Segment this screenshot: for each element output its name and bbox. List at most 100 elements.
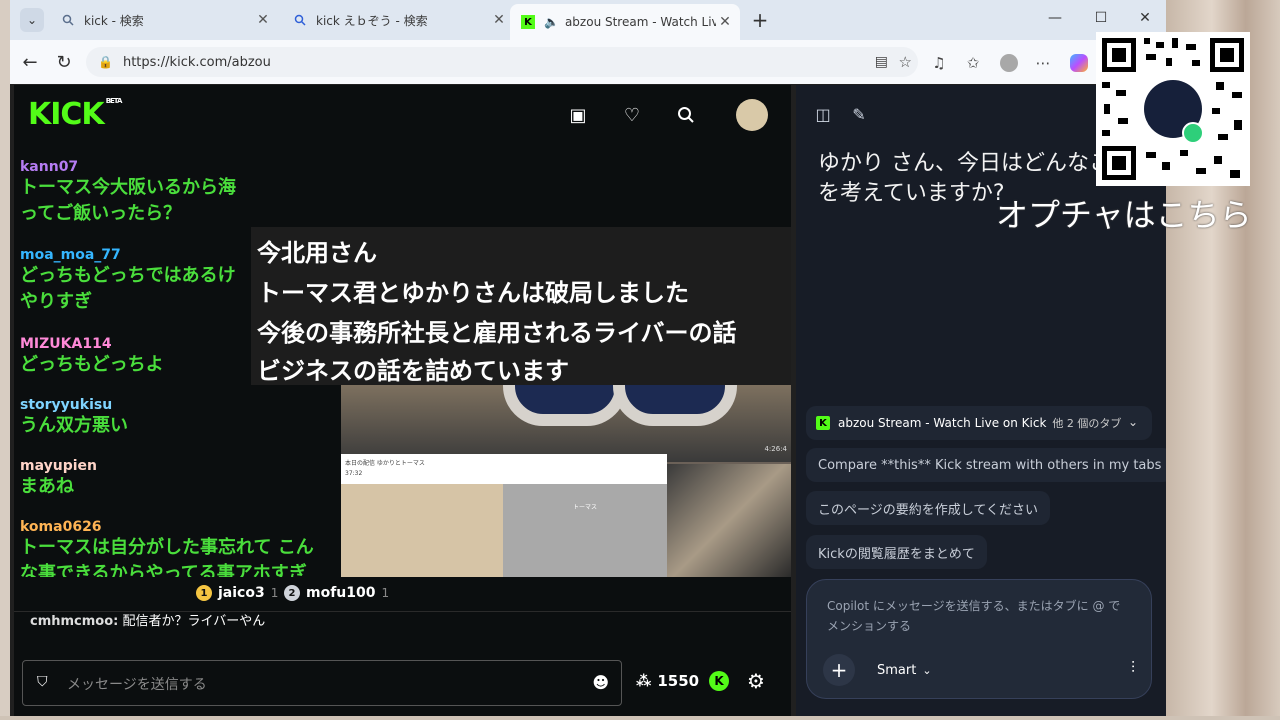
context-tab-title: abzou Stream - Watch Live on Kick	[838, 416, 1047, 430]
chat-text: どっちもどっちよ	[20, 354, 164, 375]
tab-kick-ebzou-search[interactable]: kick えｂぞう - 検索 ✕	[282, 6, 514, 34]
chat-input[interactable]: ⛉ メッセージを送信する ☻	[22, 660, 622, 706]
kick-badge-icon[interactable]: K	[709, 671, 729, 691]
context-more: 他 2 個のタブ	[1052, 417, 1122, 430]
chat-text: まあね	[20, 476, 74, 497]
beta-badge: BETA	[105, 97, 123, 105]
stream-overlay-text: 今北用さん トーマス君とゆかりさんは破局しました 今後の事務所社長と雇用されるラ…	[251, 227, 791, 385]
tab-kick-search[interactable]: kick - 検索 ✕	[50, 6, 278, 34]
composer-placeholder: Copilot にメッセージを送信する、またはタブに @ でメンションする	[827, 599, 1121, 633]
media-icon[interactable]: ♫	[928, 52, 950, 74]
chat-message: mayupien まあね	[20, 458, 97, 500]
url-field[interactable]: 🔒 https://kick.com/abzou ▤ ☆	[86, 47, 918, 77]
supporter-count: 1	[270, 586, 279, 600]
logo-text: KICK	[28, 97, 105, 132]
pip-time: 37:32	[345, 470, 363, 477]
close-icon[interactable]: ✕	[490, 12, 508, 28]
chevron-down-icon: ⌄	[922, 663, 932, 677]
search-icon[interactable]	[674, 103, 698, 127]
kick-favicon-icon: K	[520, 14, 536, 30]
supporter-item[interactable]: 2 mofu100 1	[284, 585, 389, 601]
chat-username[interactable]: kann07	[20, 159, 236, 175]
voice-icon[interactable]: ⫶	[1131, 658, 1135, 678]
picture-in-picture: 本日の配信 ゆかりとトーマス 37:32 トーマス	[341, 454, 667, 577]
tab-abzou-stream[interactable]: K 🔈 abzou Stream - Watch Live on ✕	[510, 4, 740, 40]
pip-header: 本日の配信 ゆかりとトーマス 37:32	[341, 454, 667, 484]
add-button[interactable]: +	[823, 654, 855, 686]
close-icon[interactable]: ✕	[716, 14, 734, 30]
user-avatar[interactable]	[736, 99, 768, 131]
suggestion-chip[interactable]: Compare **this** Kick stream with others…	[806, 448, 1166, 482]
chat-text: な事できるからやってる事アホすぎ	[20, 563, 307, 577]
overlay-line: トーマス君とゆかりさんは破局しました	[257, 279, 689, 307]
heart-icon[interactable]: ♡	[620, 103, 644, 127]
overlay-line: 今後の事務所社長と雇用されるライバーの話	[257, 319, 737, 347]
search-icon	[292, 12, 308, 28]
points-value: 1550	[657, 672, 700, 690]
minimize-button[interactable]: —	[1040, 10, 1070, 26]
lock-icon[interactable]: 🔒	[98, 55, 113, 69]
side-image	[667, 464, 791, 577]
overlay-line: 今北用さん	[257, 239, 377, 267]
browse-icon[interactable]: ▣	[566, 103, 590, 127]
sidebar-toggle-icon[interactable]: ◫	[812, 103, 834, 125]
mode-label: Smart	[877, 662, 917, 678]
channel-points[interactable]: ⁂ 1550	[636, 672, 699, 690]
chat-text: 配信者か？ライバーやん	[118, 614, 266, 629]
tab-actions-button[interactable]: ⌄	[20, 8, 44, 32]
browser-window: ⌄ kick - 検索 ✕ kick えｂぞう - 検索 ✕ K 🔈 abzou…	[10, 0, 1166, 716]
tab-title: kick - 検索	[84, 13, 144, 28]
suggestion-chip[interactable]: このページの要約を作成してください	[806, 491, 1050, 525]
chat-message: moa_moa_77 どっちもどっちではあるけ やりすぎ	[20, 247, 236, 315]
chat-username[interactable]: MIZUKA114	[20, 336, 164, 352]
pip-label: トーマス	[573, 504, 598, 511]
copilot-composer[interactable]: Copilot にメッセージを送信する、またはタブに @ でメンションする + …	[806, 579, 1152, 699]
chat-username[interactable]: koma0626	[20, 519, 314, 535]
emoji-icon[interactable]: ☻	[592, 673, 609, 692]
shield-icon[interactable]: ⛉	[37, 674, 53, 690]
background-floor	[0, 716, 1280, 720]
chat-message: koma0626 トーマスは自分がした事忘れて こん な事できるからやってる事ア…	[20, 519, 314, 577]
back-button[interactable]: ←	[18, 50, 42, 74]
reader-icon[interactable]: ▤	[875, 54, 888, 70]
chat-username[interactable]: mayupien	[20, 458, 97, 474]
supporter-item[interactable]: 1 jaico3 1	[196, 585, 278, 601]
chat-username[interactable]: moa_moa_77	[20, 247, 236, 263]
chat-username[interactable]: storyyukisu	[20, 397, 128, 413]
supporter-name: jaico3	[218, 585, 265, 601]
pinned-chat-message: cmhmcmoo: 配信者か？ライバーやん	[30, 610, 265, 629]
chevron-down-icon[interactable]: ⌄	[1128, 415, 1138, 429]
close-window-button[interactable]: ✕	[1130, 10, 1160, 26]
open-chat-overlay-text: オプチャはこちら	[996, 196, 1252, 234]
chat-username[interactable]: cmhmcmoo:	[30, 614, 118, 629]
copilot-icon[interactable]	[1068, 52, 1090, 74]
tab-strip: ⌄ kick - 検索 ✕ kick えｂぞう - 検索 ✕ K 🔈 abzou…	[10, 0, 1166, 40]
pip-title: 本日の配信 ゆかりとトーマス	[345, 460, 425, 467]
address-bar: ← ↻ 🔒 https://kick.com/abzou ▤ ☆ ♫ ✩ ⋯	[10, 40, 1166, 84]
rank-badge: 2	[284, 585, 300, 601]
close-icon[interactable]: ✕	[254, 12, 272, 28]
kick-logo[interactable]: KICK BETA	[28, 97, 123, 132]
gear-icon[interactable]: ⚙	[747, 669, 765, 693]
chat-message: kann07 トーマス今大阪いるから海 ってご飯いったら？	[20, 159, 236, 227]
mode-selector[interactable]: Smart ⌄	[867, 656, 942, 684]
maximize-button[interactable]: ☐	[1086, 10, 1116, 26]
chat-text: トーマスは自分がした事忘れて こん	[20, 537, 314, 558]
more-menu-icon[interactable]: ⋯	[1032, 52, 1054, 74]
speaker-icon[interactable]: 🔈	[544, 15, 559, 29]
favorite-star-icon[interactable]: ☆	[899, 53, 912, 71]
tab-title: abzou Stream - Watch Live on	[564, 15, 716, 29]
chat-text: やりすぎ	[20, 291, 92, 312]
chat-text: トーマス今大阪いるから海	[20, 177, 236, 198]
new-chat-icon[interactable]: ✎	[848, 103, 870, 125]
new-tab-button[interactable]: +	[748, 8, 772, 32]
pip-middle-frame: トーマス	[503, 484, 667, 577]
qr-code	[1096, 32, 1250, 186]
context-tab-chip[interactable]: K abzou Stream - Watch Live on Kick 他 2 …	[806, 406, 1152, 440]
chat-message: MIZUKA114 どっちもどっちよ	[20, 336, 164, 378]
profile-avatar[interactable]	[998, 52, 1020, 74]
suggestion-chip[interactable]: Kickの閲覧履歴をまとめて	[806, 535, 987, 569]
pip-face-frame	[341, 484, 503, 577]
favorites-icon[interactable]: ✩	[962, 52, 984, 74]
refresh-button[interactable]: ↻	[52, 50, 76, 74]
